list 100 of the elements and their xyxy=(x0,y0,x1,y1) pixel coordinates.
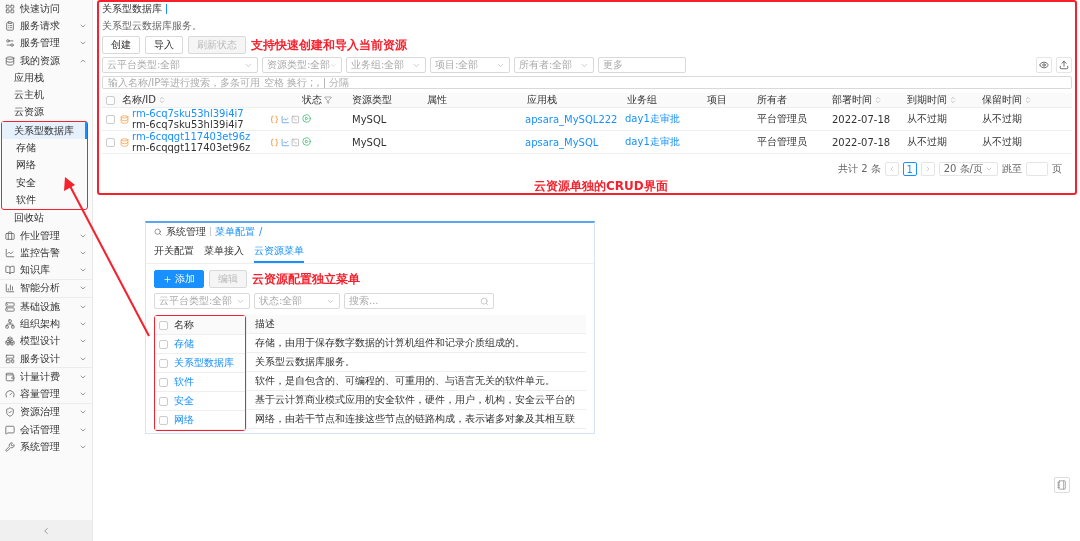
sidebar-subitem[interactable]: 关系型数据库 xyxy=(2,122,87,140)
total-count: 共计 2 条 xyxy=(838,162,881,176)
resource-id: rm-6cq7sku53hl39i4i7 xyxy=(132,119,244,130)
sidebar-item[interactable]: 容量管理 xyxy=(0,385,92,403)
layout-icon xyxy=(5,353,15,364)
checkbox[interactable] xyxy=(159,339,168,349)
checkbox[interactable] xyxy=(159,396,168,406)
sidebar-subitem[interactable]: 回收站 xyxy=(0,209,92,227)
sidebar-item[interactable]: 会话管理 xyxy=(0,421,92,439)
sidebar-subitem[interactable]: 安全 xyxy=(2,173,87,192)
sidebar-subitem[interactable]: 云主机 xyxy=(0,86,92,104)
table-cell: 基于云计算商业模式应用的安全软件，硬件，用户，机构，安全云平台的 xyxy=(246,391,586,410)
page-suffix: 页 xyxy=(1052,162,1062,176)
sidebar-item[interactable]: 服务管理 xyxy=(0,34,92,52)
table-cell-text: MySQL xyxy=(351,136,388,148)
table-cell: 关系型云数据库服务。 xyxy=(246,353,586,372)
notebook-icon xyxy=(1057,480,1067,490)
column-header: 项目 xyxy=(706,93,728,107)
upload-icon xyxy=(1059,60,1069,70)
export-button[interactable] xyxy=(1056,57,1072,73)
sidebar-item[interactable]: 模型设计 xyxy=(0,332,92,350)
eye-icon xyxy=(1039,60,1049,70)
sidebar-item[interactable]: 智能分析 xyxy=(0,279,92,298)
checkbox[interactable] xyxy=(106,114,115,124)
column-header: 名称 xyxy=(174,318,194,332)
collapse-button[interactable] xyxy=(0,520,92,541)
filter-icon[interactable] xyxy=(324,96,332,104)
column-header: 描述 xyxy=(246,315,586,334)
table-cell-text: 2022-07-18 xyxy=(831,136,892,148)
sidebar-item[interactable]: 组织架构 xyxy=(0,315,92,333)
play-icon xyxy=(302,113,311,123)
sort-icon[interactable] xyxy=(1024,96,1032,104)
sidebar-subitem[interactable]: 网络 xyxy=(2,156,87,174)
chart-icon[interactable] xyxy=(280,137,290,147)
column-header: 部署时间 xyxy=(830,93,905,107)
checkbox[interactable] xyxy=(159,415,168,425)
resource-id: rm-6cqqgt117403et96z xyxy=(132,142,251,153)
braces-icon[interactable] xyxy=(270,137,279,147)
checkbox[interactable] xyxy=(159,320,168,330)
view-button[interactable] xyxy=(1036,57,1052,73)
page-input[interactable] xyxy=(1026,162,1048,176)
table-cell-text: 平台管理员 xyxy=(756,135,808,149)
sidebar-item[interactable]: 作业管理 xyxy=(0,226,92,245)
table-cell-text: MySQL xyxy=(351,113,388,125)
sidebar-item[interactable]: 系统管理 xyxy=(0,438,92,456)
play-icon xyxy=(302,136,311,146)
tab[interactable]: 菜单接入 xyxy=(204,242,244,263)
prev-page-button[interactable] xyxy=(884,162,899,176)
next-page-button[interactable] xyxy=(920,162,935,176)
sidebar-item[interactable]: 监控告警 xyxy=(0,244,92,262)
checkbox[interactable] xyxy=(106,137,115,147)
network-icon xyxy=(5,319,15,329)
clipboard-icon xyxy=(5,20,15,31)
toolbar-button[interactable]: 创建 xyxy=(102,36,140,54)
briefcase-icon xyxy=(5,230,15,241)
sidebar-item[interactable]: 计量计费 xyxy=(0,368,92,386)
table-cell-text: 从不过期 xyxy=(981,112,1023,126)
table-cell-text: 平台管理员 xyxy=(756,112,808,126)
table-cell-text: 从不过期 xyxy=(906,112,948,126)
chevron-down-icon xyxy=(985,165,993,173)
plus-icon xyxy=(163,274,172,284)
terminal-icon[interactable] xyxy=(291,114,300,124)
annotation-text: 云资源单独的CRUD界面 xyxy=(534,178,668,195)
column-header: 到期时间 xyxy=(905,93,980,107)
sidebar-item[interactable]: 服务设计 xyxy=(0,349,92,368)
sort-icon[interactable] xyxy=(949,96,957,104)
terminal-icon[interactable] xyxy=(291,137,300,147)
sidebar-subitem[interactable]: 存储 xyxy=(2,139,87,157)
sidebar-subitem[interactable]: 软件 xyxy=(2,191,87,209)
checkbox[interactable] xyxy=(106,95,115,105)
settings-icon xyxy=(5,38,15,49)
wrench-icon xyxy=(5,442,15,453)
sidebar-item[interactable]: 知识库 xyxy=(0,261,92,279)
sidebar-item[interactable]: 资源治理 xyxy=(0,403,92,422)
search-icon xyxy=(480,296,489,306)
tab[interactable]: 开关配置 xyxy=(154,242,194,263)
sidebar-item[interactable]: 基础设施 xyxy=(0,298,92,316)
annotation-text: 支持快速创建和导入当前资源 xyxy=(251,36,407,54)
sidebar-item[interactable]: 服务请求 xyxy=(0,17,92,35)
column-header: 保留时间 xyxy=(980,93,1072,107)
checkbox[interactable] xyxy=(159,358,168,368)
notebook-button[interactable] xyxy=(1054,477,1070,493)
sidebar-subitem[interactable]: 应用栈 xyxy=(0,69,92,87)
wallet-icon xyxy=(5,371,15,382)
sort-icon[interactable] xyxy=(874,96,882,104)
toolbar-button[interactable]: 导入 xyxy=(145,36,183,54)
checkbox[interactable] xyxy=(159,377,168,387)
page-size-select[interactable]: 20 条/页 xyxy=(938,162,998,176)
breadcrumb-link[interactable]: 系统管理 xyxy=(166,224,206,239)
column-header: 应用栈 xyxy=(526,93,558,107)
chevron-down-icon xyxy=(79,320,87,328)
database-icon xyxy=(120,137,129,147)
search-field[interactable]: 输入名称/IP等进行搜索，多条可用 空格 换行 ; , | 分隔 xyxy=(102,76,1072,89)
chart-icon[interactable] xyxy=(280,114,290,124)
sidebar-subitem[interactable]: 云资源 xyxy=(0,103,92,122)
sort-icon[interactable] xyxy=(158,96,167,104)
column-header: 名称/ID xyxy=(120,93,270,107)
sidebar-item[interactable]: 我的资源 xyxy=(0,51,92,70)
sidebar-item[interactable]: 快速访问 xyxy=(0,0,92,18)
braces-icon[interactable] xyxy=(270,114,279,124)
